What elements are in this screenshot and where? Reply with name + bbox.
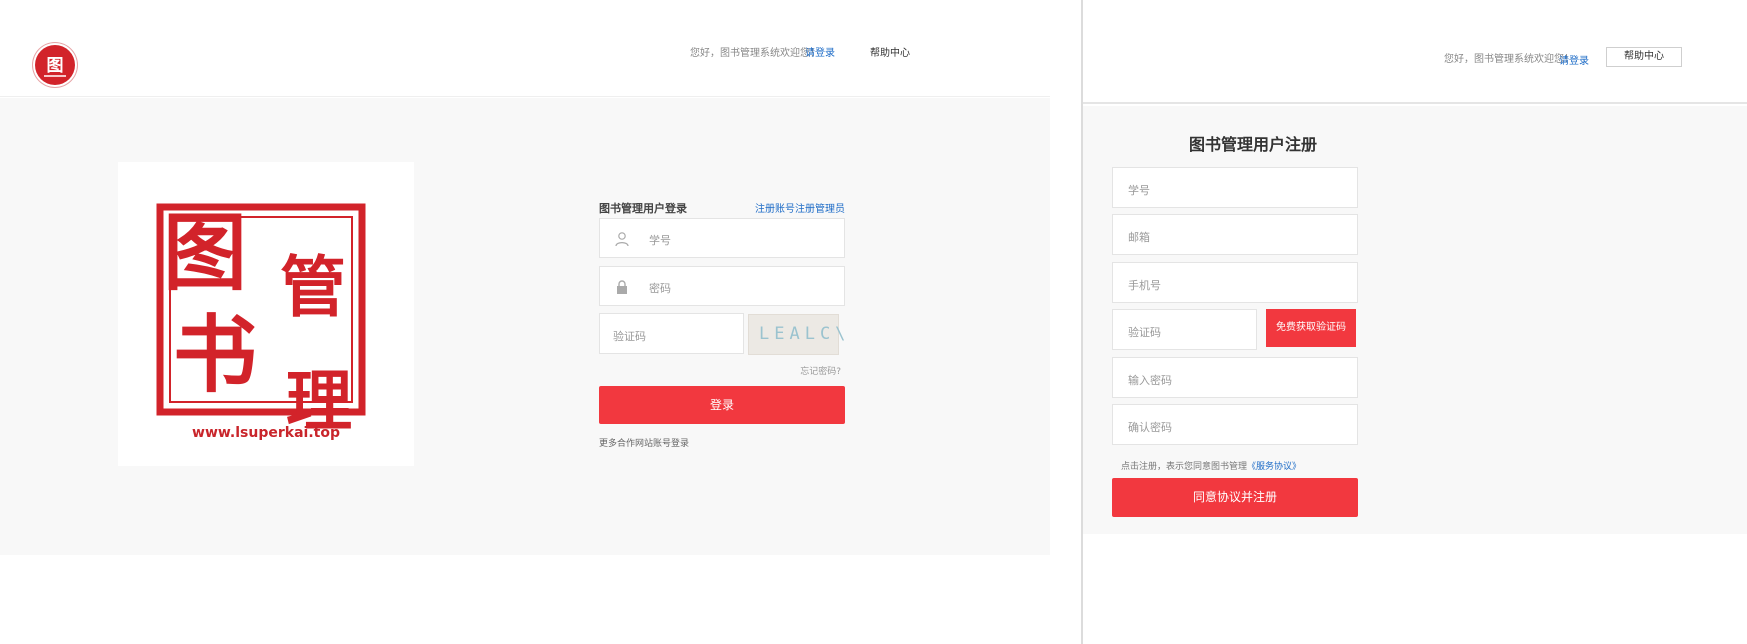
password-placeholder: 密码: [649, 282, 671, 295]
captcha-text: LEALC\: [759, 324, 851, 344]
register-help-button[interactable]: 帮助中心: [1606, 47, 1682, 67]
captcha-image[interactable]: LEALC\: [748, 314, 845, 355]
captcha-placeholder: 验证码: [613, 330, 646, 343]
username-field[interactable]: 学号: [599, 218, 845, 258]
email-placeholder: 邮箱: [1128, 231, 1150, 244]
student-id-field[interactable]: 学号: [1112, 167, 1358, 208]
logo-text: 图: [46, 56, 64, 76]
register-page: 您好，图书管理系统欢迎您！ 请登录 帮助中心 图书管理用户注册 学号 邮箱 手机…: [1083, 0, 1747, 644]
email-field[interactable]: 邮箱: [1112, 214, 1358, 255]
seal-char-2: 书: [173, 305, 257, 404]
phone-placeholder: 手机号: [1128, 279, 1161, 292]
password-placeholder: 输入密码: [1128, 374, 1172, 387]
header-login-link[interactable]: 请登录: [805, 44, 835, 59]
login-page: 图 您好，图书管理系统欢迎您！ 请登录 帮助中心 图 书 管 理 www.lsu…: [0, 0, 1082, 644]
agreement-note: 点击注册，表示您同意图书管理《服务协议》: [1121, 459, 1301, 472]
register-header: 您好，图书管理系统欢迎您！ 请登录 帮助中心: [1083, 0, 1747, 104]
register-title: 图书管理用户注册: [1188, 135, 1317, 154]
header-greeting: 您好，图书管理系统欢迎您！: [690, 48, 820, 59]
login-button[interactable]: 登录: [599, 386, 845, 424]
register-submit-button[interactable]: 同意协议并注册: [1112, 478, 1358, 517]
header-help-link[interactable]: 帮助中心: [870, 44, 910, 59]
phone-field[interactable]: 手机号: [1112, 262, 1358, 303]
login-title: 图书管理用户登录: [599, 202, 687, 215]
password-field[interactable]: 输入密码: [1112, 357, 1358, 398]
forgot-password-link[interactable]: 忘记密码?: [800, 364, 841, 377]
register-captcha-field[interactable]: 验证码: [1112, 309, 1257, 350]
user-icon: [615, 232, 629, 247]
seal-graphic: 图 书 管 理 www.lsuperkai.top: [156, 203, 366, 441]
register-link[interactable]: 注册账号注册管理员: [755, 200, 845, 215]
password-field[interactable]: 密码: [599, 266, 845, 306]
lock-icon: [617, 280, 627, 294]
captcha-input[interactable]: 验证码: [599, 313, 744, 354]
agreement-text: 点击注册，表示您同意图书管理: [1121, 462, 1248, 472]
seal-char-3: 管: [280, 248, 346, 326]
more-login-options[interactable]: 更多合作网站账号登录: [599, 436, 689, 449]
register-captcha-placeholder: 验证码: [1128, 326, 1161, 339]
login-header: 图 您好，图书管理系统欢迎您！ 请登录 帮助中心: [0, 0, 1050, 97]
service-agreement-link[interactable]: 《服务协议》: [1247, 462, 1301, 472]
seal-image: 图 书 管 理 www.lsuperkai.top: [118, 162, 414, 466]
get-sms-code-button[interactable]: 免费获取验证码: [1266, 309, 1356, 347]
logo-underline: [44, 75, 66, 77]
confirm-password-field[interactable]: 确认密码: [1112, 404, 1358, 445]
confirm-password-placeholder: 确认密码: [1128, 421, 1172, 434]
seal-char-1: 图: [163, 203, 247, 302]
register-header-login-link[interactable]: 请登录: [1559, 52, 1589, 67]
register-header-greeting: 您好，图书管理系统欢迎您！: [1444, 54, 1574, 65]
site-logo[interactable]: 图: [35, 45, 75, 85]
username-placeholder: 学号: [649, 234, 671, 247]
student-id-placeholder: 学号: [1128, 184, 1150, 197]
seal-url: www.lsuperkai.top: [192, 425, 340, 441]
